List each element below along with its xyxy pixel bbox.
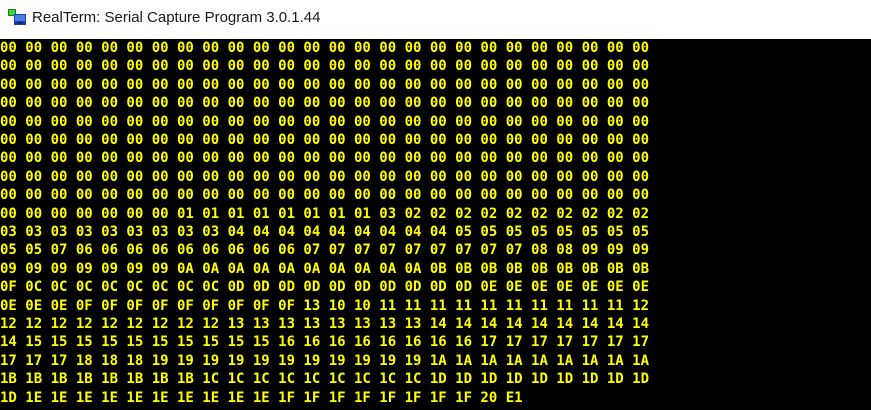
terminal-line: 00 00 00 00 00 00 00 00 00 00 00 00 00 0…: [0, 168, 650, 185]
terminal-line: 00 00 00 00 00 00 00 00 00 00 00 00 00 0…: [0, 150, 650, 167]
terminal-display[interactable]: 00 00 00 00 00 00 00 00 00 00 00 00 00 0…: [0, 39, 871, 410]
terminal-line: 03 03 03 03 03 03 03 03 03 04 04 04 04 0…: [0, 224, 650, 240]
realterm-app-icon: [8, 9, 26, 25]
terminal-line: 00 00 00 00 00 00 00 00 00 00 00 00 00 0…: [0, 76, 650, 93]
title-bar[interactable]: RealTerm: Serial Capture Program 3.0.1.4…: [0, 0, 871, 36]
terminal-line: 17 17 17 18 18 18 19 19 19 19 19 19 19 1…: [0, 352, 650, 369]
terminal-line: 09 09 09 09 09 09 09 0A 0A 0A 0A 0A 0A 0…: [0, 260, 650, 277]
terminal-line: 00 00 00 00 00 00 00 00 00 00 00 00 00 0…: [0, 132, 650, 148]
terminal-line: 00 00 00 00 00 00 00 00 00 00 00 00 00 0…: [0, 113, 650, 130]
terminal-line: 14 15 15 15 15 15 15 15 15 15 15 16 16 1…: [0, 334, 650, 351]
terminal-line: 05 05 07 06 06 06 06 06 06 06 06 06 07 0…: [0, 242, 650, 259]
terminal-line: 00 00 00 00 00 00 00 00 00 00 00 00 00 0…: [0, 187, 650, 204]
terminal-line: 12 12 12 12 12 12 12 12 12 13 13 13 13 1…: [0, 316, 650, 332]
terminal-line: 00 00 00 00 00 00 00 01 01 01 01 01 01 0…: [0, 205, 650, 222]
window-title: RealTerm: Serial Capture Program 3.0.1.4…: [32, 9, 321, 26]
terminal-line: 1D 1E 1E 1E 1E 1E 1E 1E 1E 1E 1E 1F 1F 1…: [0, 389, 523, 406]
terminal-line: 00 00 00 00 00 00 00 00 00 00 00 00 00 0…: [0, 58, 650, 75]
terminal-line: 00 00 00 00 00 00 00 00 00 00 00 00 00 0…: [0, 40, 650, 56]
terminal-line: 00 00 00 00 00 00 00 00 00 00 00 00 00 0…: [0, 95, 650, 112]
terminal-line: 0E 0E 0E 0F 0F 0F 0F 0F 0F 0F 0F 0F 13 1…: [0, 297, 650, 314]
terminal-line: 1B 1B 1B 1B 1B 1B 1B 1B 1C 1C 1C 1C 1C 1…: [0, 371, 650, 388]
terminal-line: 0F 0C 0C 0C 0C 0C 0C 0C 0C 0D 0D 0D 0D 0…: [0, 279, 650, 296]
